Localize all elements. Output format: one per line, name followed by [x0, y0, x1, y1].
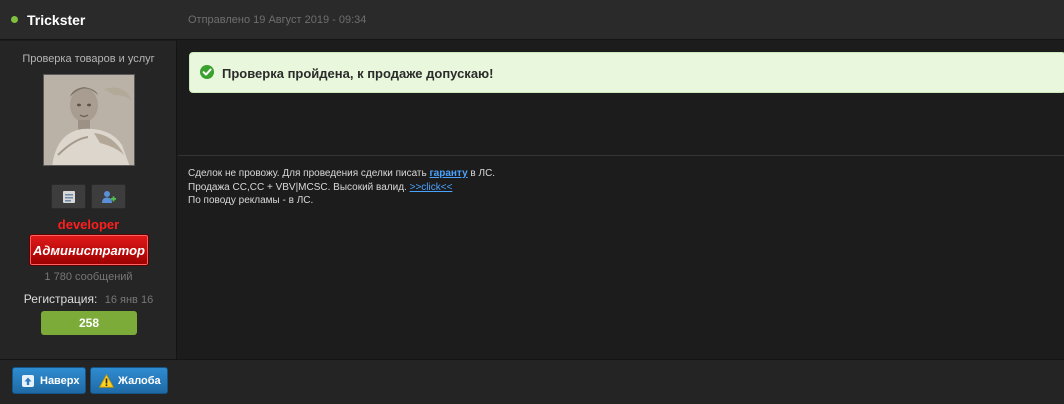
- signature: Сделок не провожу. Для проведения сделки…: [188, 167, 495, 208]
- user-title: Проверка товаров и услуг: [22, 53, 155, 65]
- back-to-top-label: Наверх: [40, 375, 80, 387]
- signature-line-2-text: Продажа CC,CC + VBV|MCSC. Высокий валид.: [188, 181, 410, 193]
- registration-row: Регистрация: 16 янв 16: [0, 290, 177, 308]
- user-info-panel: Проверка товаров и услуг developer Админ…: [0, 41, 177, 359]
- post-header: Trickster Отправлено 19 Август 2019 - 09…: [0, 0, 1064, 40]
- signature-line-1-suffix: в ЛС.: [467, 168, 496, 179]
- post-content: Проверка пройдена, к продаже допускаю! С…: [178, 41, 1064, 359]
- report-button[interactable]: Жалоба: [90, 367, 168, 394]
- user-group-name: developer: [57, 217, 120, 232]
- signature-line-3: По поводу рекламы - в ЛС.: [188, 195, 314, 206]
- add-friend-button[interactable]: [91, 184, 126, 209]
- registration-label: Регистрация:: [23, 292, 98, 306]
- role-label: Администратор: [32, 243, 145, 258]
- online-status-icon: [11, 16, 18, 23]
- signature-divider: [178, 155, 1064, 156]
- signature-line-1-text: Сделок не провожу. Для проведения сделки…: [188, 168, 430, 179]
- signature-line-1: Сделок не провожу. Для проведения сделки…: [188, 167, 495, 181]
- author-name[interactable]: Trickster: [27, 12, 85, 28]
- send-message-button[interactable]: [51, 184, 86, 209]
- signature-line-2: Продажа CC,CC + VBV|MCSC. Высокий валид.…: [188, 181, 495, 195]
- reputation-value: 258: [78, 316, 100, 330]
- envelope-icon: [63, 191, 75, 203]
- back-to-top-button[interactable]: Наверх: [12, 367, 86, 394]
- guarantor-link[interactable]: гаранту: [429, 168, 467, 179]
- add-user-icon: [102, 191, 116, 203]
- check-circle-icon: [200, 65, 214, 79]
- warning-icon: [99, 374, 114, 388]
- notice-text: Проверка пройдена, к продаже допускаю!: [222, 66, 494, 81]
- success-notice: Проверка пройдена, к продаже допускаю!: [189, 52, 1064, 93]
- registration-date: 16 янв 16: [104, 294, 154, 306]
- avatar[interactable]: [43, 74, 135, 166]
- post-date: Отправлено 19 Август 2019 - 09:34: [188, 14, 367, 26]
- click-link[interactable]: >>click<<: [410, 182, 453, 193]
- arrow-up-icon: [22, 375, 34, 387]
- post-count: 1 780 сообщений: [44, 271, 133, 283]
- report-label: Жалоба: [118, 375, 161, 387]
- forum-post: Trickster Отправлено 19 Август 2019 - 09…: [0, 0, 1064, 404]
- post-footer: Наверх Жалоба: [0, 359, 1064, 404]
- reputation-badge[interactable]: 258: [41, 311, 137, 335]
- role-badge: Администратор: [29, 234, 149, 266]
